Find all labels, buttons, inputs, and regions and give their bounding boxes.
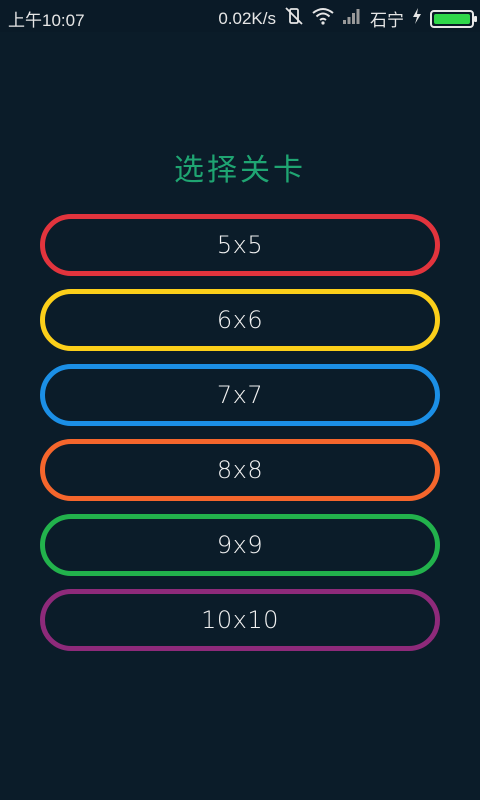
charging-icon xyxy=(412,7,422,30)
level-button-7x7[interactable]: 7x7 xyxy=(40,364,440,426)
battery-level xyxy=(434,13,470,24)
level-button-6x6[interactable]: 6x6 xyxy=(40,289,440,351)
app-screen: 上午10:07 0.02K/s 石宁 选择关卡 5x5 6x6 7x7 8x8 … xyxy=(0,0,480,800)
status-icons: 0.02K/s 石宁 xyxy=(218,6,477,31)
level-label: 7x7 xyxy=(216,381,264,409)
status-bar: 上午10:07 0.02K/s 石宁 xyxy=(0,0,480,32)
level-button-5x5[interactable]: 5x5 xyxy=(40,214,440,276)
level-list: 5x5 6x6 7x7 8x8 9x9 10x10 xyxy=(40,214,440,664)
level-button-9x9[interactable]: 9x9 xyxy=(40,514,440,576)
level-label: 9x9 xyxy=(216,531,264,559)
status-time: 上午10:07 xyxy=(8,11,85,30)
level-button-8x8[interactable]: 8x8 xyxy=(40,439,440,501)
page-title: 选择关卡 xyxy=(174,153,306,188)
level-label: 10x10 xyxy=(201,606,279,634)
network-speed: 0.02K/s xyxy=(218,8,276,28)
level-button-10x10[interactable]: 10x10 xyxy=(40,589,440,651)
level-label: 6x6 xyxy=(216,306,264,334)
level-label: 5x5 xyxy=(216,231,264,259)
battery-icon xyxy=(430,9,477,28)
vibrate-off-icon xyxy=(284,6,304,31)
level-label: 8x8 xyxy=(216,456,264,484)
wifi-icon xyxy=(312,7,334,30)
signal-icon xyxy=(342,7,362,30)
carrier-name: 石宁 xyxy=(370,11,404,30)
